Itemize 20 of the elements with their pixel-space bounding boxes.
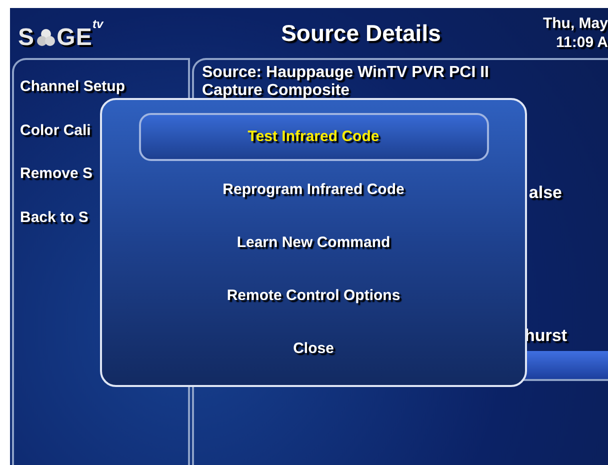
time-text: 11:09 A	[556, 33, 608, 52]
logo-circles-icon	[36, 28, 56, 48]
menu-option[interactable]: Reprogram Infrared Code	[138, 166, 488, 214]
menu-option[interactable]: Remote Control Options	[138, 272, 488, 320]
date-text: Thu, May	[542, 14, 608, 33]
sidebar-item[interactable]: Color Cali	[20, 120, 91, 142]
sidebar-item[interactable]: Channel Setup	[20, 76, 126, 98]
sidebar-item[interactable]: Back to S	[20, 206, 88, 229]
menu-option[interactable]: Learn New Command	[138, 219, 488, 267]
source-text: Source: Hauppauge WinTV PVR PCI II	[202, 64, 490, 82]
logo-superscript: tv	[92, 18, 104, 30]
source-text: Capture Composite	[202, 82, 351, 100]
logo-text: GE	[56, 26, 92, 50]
menu-option[interactable]: Close	[138, 325, 488, 373]
logo-text: S	[18, 26, 35, 50]
menu-option[interactable]: Test Infrared Code	[138, 113, 488, 161]
detail-value: hurst	[524, 322, 567, 348]
detail-value: alse	[528, 182, 562, 204]
page-title: Source Details	[281, 18, 441, 48]
sidebar-item[interactable]: Remove S	[20, 163, 93, 186]
